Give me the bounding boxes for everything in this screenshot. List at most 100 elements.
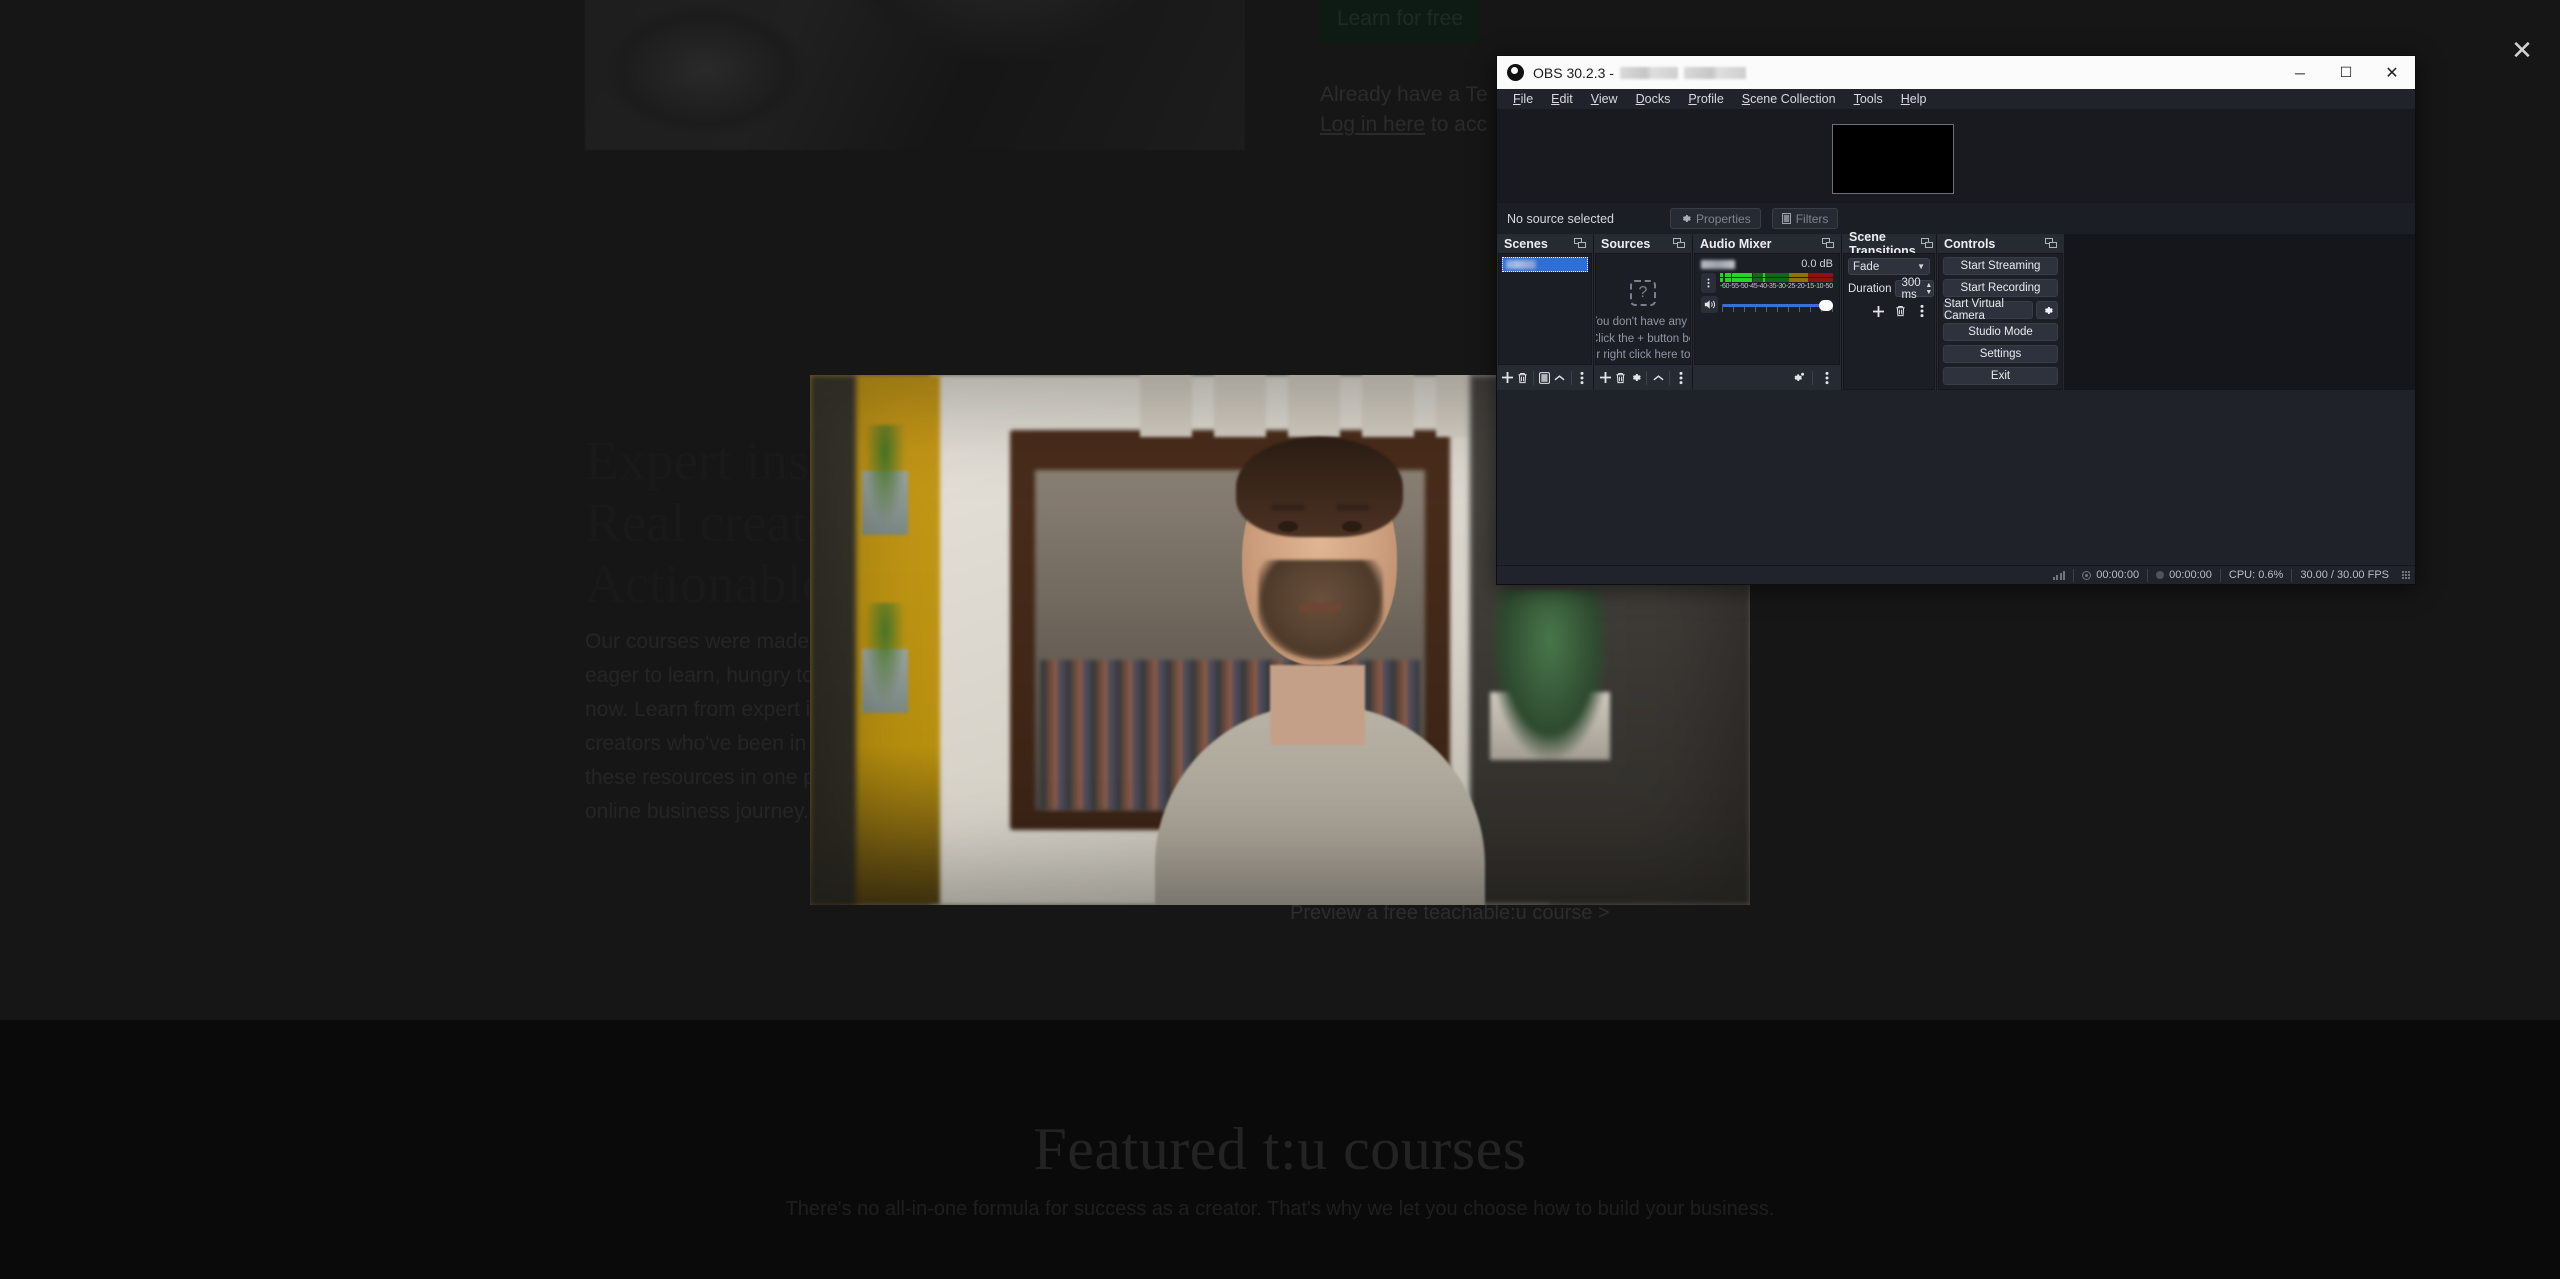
remove-transition-button[interactable] bbox=[1890, 301, 1910, 321]
learn-for-free-button[interactable]: Learn for free bbox=[1320, 0, 1480, 43]
scale-tick: -35 bbox=[1767, 283, 1777, 290]
audio-mixer-more-options-button[interactable] bbox=[1817, 368, 1837, 388]
scale-tick: -25 bbox=[1785, 283, 1796, 290]
sources-list[interactable]: ? You don't have any sources. Click the … bbox=[1595, 253, 1691, 366]
settings-button[interactable]: Settings bbox=[1943, 345, 2058, 363]
exit-button[interactable]: Exit bbox=[1943, 367, 2058, 385]
signal-bars-icon bbox=[2052, 570, 2066, 580]
mute-speaker-icon[interactable] bbox=[1701, 296, 1718, 313]
add-transition-button[interactable] bbox=[1868, 301, 1888, 321]
scale-tick: -5 bbox=[1823, 283, 1830, 290]
cpu-usage-cell: CPU: 0.6% bbox=[2219, 568, 2291, 582]
sources-empty-line-2: Click the + button below, bbox=[1596, 332, 1690, 345]
controls-title: Controls bbox=[1944, 236, 1996, 251]
float-dock-icon[interactable] bbox=[1921, 237, 1934, 250]
log-in-here-link[interactable]: Log in here bbox=[1320, 113, 1425, 136]
volume-slider-ticks bbox=[1722, 306, 1833, 312]
scene-filters-button[interactable] bbox=[1538, 368, 1552, 388]
maximize-button[interactable]: ☐ bbox=[2323, 56, 2369, 89]
audio-channel-name-redacted bbox=[1701, 259, 1735, 269]
transition-type-select[interactable]: Fade ▼ bbox=[1848, 258, 1930, 275]
float-dock-icon[interactable] bbox=[1822, 237, 1835, 250]
duration-input[interactable]: 300 ms ▲ ▼ bbox=[1895, 277, 1934, 301]
close-button[interactable]: ✕ bbox=[2369, 56, 2415, 89]
menu-profile-rest: rofile bbox=[1696, 92, 1724, 106]
menu-tools-rest: ools bbox=[1859, 92, 1883, 106]
preview-area[interactable] bbox=[1497, 109, 2415, 202]
scale-tick: -45 bbox=[1748, 283, 1758, 290]
start-streaming-button[interactable]: Start Streaming bbox=[1943, 257, 2058, 275]
record-time: 00:00:00 bbox=[2169, 569, 2212, 581]
menu-help[interactable]: Help bbox=[1892, 90, 1936, 108]
scale-tick: -15 bbox=[1804, 283, 1815, 290]
start-virtual-camera-button[interactable]: Start Virtual Camera bbox=[1943, 298, 2033, 322]
move-source-up-button[interactable] bbox=[1651, 368, 1665, 388]
controls-dock-header: Controls bbox=[1937, 234, 2064, 253]
controls-button-list: Start Streaming Start Recording Start Vi… bbox=[1939, 254, 2062, 385]
menu-file[interactable]: File bbox=[1504, 90, 1542, 108]
obs-studio-window[interactable]: OBS 30.2.3 - ─ ☐ ✕ File Edit View Docks … bbox=[1496, 55, 2416, 585]
obs-titlebar[interactable]: OBS 30.2.3 - ─ ☐ ✕ bbox=[1497, 56, 2415, 89]
filters-label: Filters bbox=[1795, 211, 1829, 226]
float-dock-icon[interactable] bbox=[2045, 237, 2058, 250]
menu-docks[interactable]: Docks bbox=[1627, 90, 1680, 108]
duration-stepper[interactable]: ▲ ▼ bbox=[1925, 281, 1933, 296]
sources-toolbar bbox=[1594, 365, 1692, 391]
scenes-dock-header: Scenes bbox=[1497, 234, 1593, 253]
add-source-button[interactable] bbox=[1598, 368, 1612, 388]
studio-mode-button[interactable]: Studio Mode bbox=[1943, 323, 2058, 341]
scene-list-item[interactable] bbox=[1502, 257, 1588, 272]
obs-logo-icon bbox=[1507, 64, 1524, 81]
page-close-icon[interactable]: ✕ bbox=[2508, 37, 2536, 65]
obs-title-redaction-2 bbox=[1683, 66, 1746, 79]
volume-slider[interactable] bbox=[1722, 298, 1833, 312]
properties-button[interactable]: Properties bbox=[1670, 208, 1761, 229]
audio-meter-row: -60 -55 -50 -45 -40 -35 -30 -25 -20 -15 bbox=[1701, 273, 1833, 293]
virtual-camera-settings-gear-icon[interactable] bbox=[2036, 301, 2058, 319]
stepper-down-icon: ▼ bbox=[1925, 288, 1933, 296]
volume-slider-handle[interactable] bbox=[1819, 299, 1833, 311]
audio-mixer-body[interactable]: 0.0 dB -60 -55 -50 -45 -40 -35 -30 -25 -… bbox=[1694, 253, 1840, 366]
add-scene-button[interactable] bbox=[1501, 368, 1515, 388]
move-scene-up-button[interactable] bbox=[1553, 368, 1567, 388]
sources-dock-header: Sources bbox=[1594, 234, 1692, 253]
menu-edit-rest: dit bbox=[1559, 92, 1573, 106]
menu-file-rest: ile bbox=[1520, 92, 1534, 106]
audio-meter-channel-2 bbox=[1720, 278, 1833, 282]
window-resize-grip[interactable] bbox=[2402, 570, 2411, 580]
float-dock-icon[interactable] bbox=[1574, 237, 1587, 250]
audio-channel-strip: 0.0 dB -60 -55 -50 -45 -40 -35 -30 -25 -… bbox=[1695, 254, 1839, 313]
audio-meter-scale: -60 -55 -50 -45 -40 -35 -30 -25 -20 -15 bbox=[1720, 283, 1833, 290]
start-recording-button[interactable]: Start Recording bbox=[1943, 279, 2058, 297]
scenes-list[interactable] bbox=[1498, 253, 1592, 366]
virtual-camera-row: Start Virtual Camera bbox=[1943, 298, 2058, 322]
featured-courses-title: Featured t:u courses bbox=[1033, 1116, 1527, 1182]
sources-more-options-button[interactable] bbox=[1674, 368, 1688, 388]
menu-tools[interactable]: Tools bbox=[1845, 90, 1892, 108]
preview-canvas[interactable] bbox=[1832, 124, 1954, 194]
menu-view[interactable]: View bbox=[1582, 90, 1627, 108]
menu-docks-rest: ocks bbox=[1644, 92, 1671, 106]
login-line[interactable]: Log in here to acc bbox=[1320, 113, 1487, 137]
remove-source-button[interactable] bbox=[1613, 368, 1627, 388]
menu-edit[interactable]: Edit bbox=[1542, 90, 1582, 108]
obs-status-bar: 00:00:00 00:00:00 CPU: 0.6% 30.00 / 30.0… bbox=[1497, 565, 2415, 584]
menu-scene-collection[interactable]: Scene Collection bbox=[1733, 90, 1845, 108]
obs-menubar[interactable]: File Edit View Docks Profile Scene Colle… bbox=[1497, 89, 2415, 109]
advanced-audio-properties-button[interactable] bbox=[1788, 368, 1808, 388]
toolbar-separator bbox=[1646, 370, 1648, 385]
transition-more-options-button[interactable] bbox=[1912, 301, 1932, 321]
audio-channel-menu-button[interactable] bbox=[1701, 273, 1716, 293]
source-properties-button[interactable] bbox=[1628, 368, 1642, 388]
scene-transitions-dock: Scene Transitions Fade ▼ Duration 300 ms… bbox=[1842, 230, 1936, 391]
preview-course-link[interactable]: Preview a free teachable:u course > bbox=[1290, 902, 1610, 925]
filters-button[interactable]: Filters bbox=[1771, 208, 1839, 229]
remove-scene-button[interactable] bbox=[1516, 368, 1530, 388]
scenes-more-options-button[interactable] bbox=[1575, 368, 1589, 388]
stream-timer-cell: 00:00:00 bbox=[2073, 568, 2147, 582]
float-dock-icon[interactable] bbox=[1673, 237, 1686, 250]
duration-label: Duration bbox=[1848, 282, 1892, 295]
scale-tick: -40 bbox=[1757, 283, 1768, 290]
minimize-button[interactable]: ─ bbox=[2277, 56, 2323, 89]
menu-profile[interactable]: Profile bbox=[1679, 90, 1732, 108]
